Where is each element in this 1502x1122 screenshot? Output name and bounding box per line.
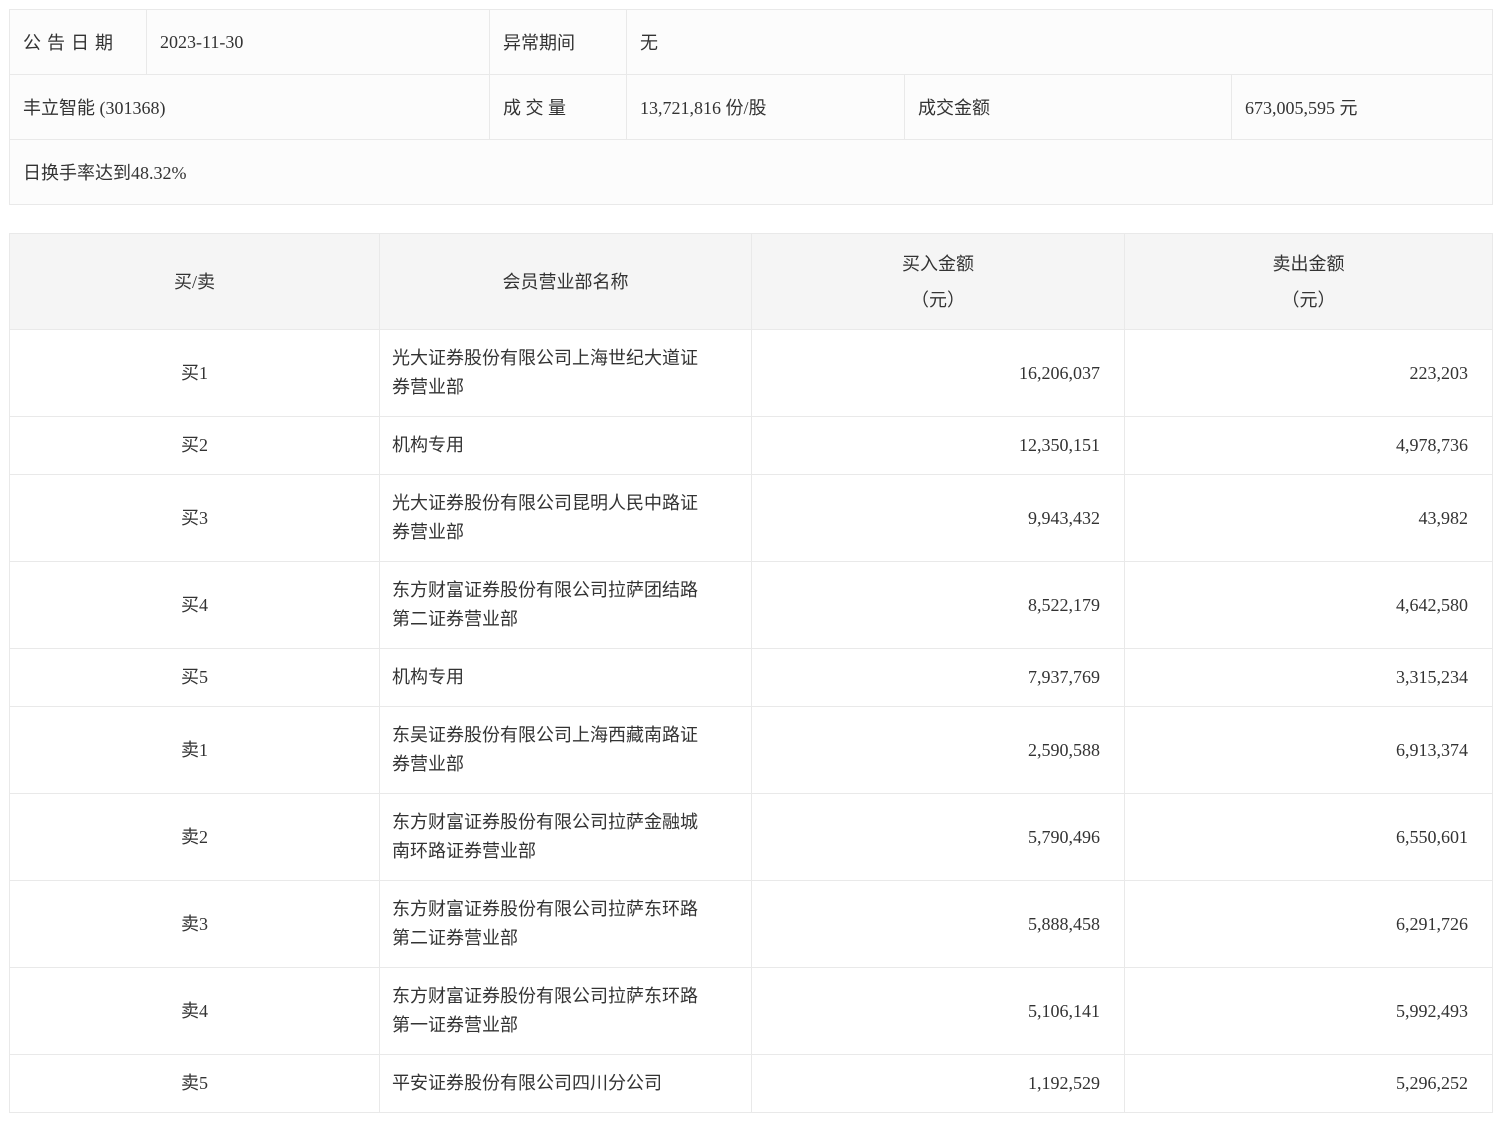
header-buy-amount: 买入金额 （元） — [751, 233, 1125, 330]
turnover-label: 成交金额 — [904, 74, 1232, 140]
stock-info-table: 公告日期 2023-11-30 异常期间 无 丰立智能 (301368) 成 交… — [9, 9, 1493, 205]
stock-name: 丰立智能 (301368) — [9, 74, 490, 140]
buy-amount-cell: 5,790,496 — [751, 793, 1125, 881]
broker-name-cell: 平安证券股份有限公司四川分公司 — [379, 1054, 752, 1113]
header-sell-amount-line2: （元） — [1281, 289, 1336, 310]
side-cell: 卖3 — [9, 880, 380, 968]
buy-amount-cell: 5,888,458 — [751, 880, 1125, 968]
info-row-stock: 丰立智能 (301368) 成 交 量 13,721,816 份/股 成交金额 … — [9, 74, 1493, 140]
table-row: 卖5 平安证券股份有限公司四川分公司 1,192,529 5,296,252 — [9, 1054, 1493, 1113]
sell-amount-cell: 6,913,374 — [1124, 706, 1493, 794]
table-row: 买1 光大证券股份有限公司上海世纪大道证券营业部 16,206,037 223,… — [9, 329, 1493, 417]
buy-amount-cell: 1,192,529 — [751, 1054, 1125, 1113]
turnover-rate-note: 日换手率达到48.32% — [9, 139, 1493, 205]
side-cell: 卖5 — [9, 1054, 380, 1113]
sell-amount-cell: 223,203 — [1124, 329, 1493, 417]
announce-date-value: 2023-11-30 — [146, 9, 490, 75]
table-row: 卖3 东方财富证券股份有限公司拉萨东环路第二证券营业部 5,888,458 6,… — [9, 880, 1493, 968]
sell-amount-cell: 4,642,580 — [1124, 561, 1493, 649]
volume-value: 13,721,816 份/股 — [626, 74, 905, 140]
table-row: 卖2 东方财富证券股份有限公司拉萨金融城南环路证券营业部 5,790,496 6… — [9, 793, 1493, 881]
side-cell: 卖1 — [9, 706, 380, 794]
table-row: 卖1 东吴证券股份有限公司上海西藏南路证券营业部 2,590,588 6,913… — [9, 706, 1493, 794]
broker-name-cell: 机构专用 — [379, 648, 752, 707]
broker-name-cell: 光大证券股份有限公司上海世纪大道证券营业部 — [379, 329, 752, 417]
broker-name-cell: 东方财富证券股份有限公司拉萨东环路第二证券营业部 — [379, 880, 752, 968]
sell-amount-cell: 5,992,493 — [1124, 967, 1493, 1055]
header-sell-amount: 卖出金额 （元） — [1124, 233, 1493, 330]
side-cell: 卖4 — [9, 967, 380, 1055]
header-buy-sell: 买/卖 — [9, 233, 380, 330]
sell-amount-cell: 43,982 — [1124, 474, 1493, 562]
side-cell: 买4 — [9, 561, 380, 649]
info-row-note: 日换手率达到48.32% — [9, 139, 1493, 205]
broker-name-cell: 东方财富证券股份有限公司拉萨团结路第二证券营业部 — [379, 561, 752, 649]
broker-name-cell: 光大证券股份有限公司昆明人民中路证券营业部 — [379, 474, 752, 562]
table-row: 买3 光大证券股份有限公司昆明人民中路证券营业部 9,943,432 43,98… — [9, 474, 1493, 562]
buy-amount-cell: 16,206,037 — [751, 329, 1125, 417]
header-buy-amount-line2: （元） — [911, 289, 965, 310]
buy-amount-cell: 5,106,141 — [751, 967, 1125, 1055]
header-buy-amount-line1: 买入金额 — [902, 253, 974, 274]
buy-amount-cell: 7,937,769 — [751, 648, 1125, 707]
announce-date-label: 公告日期 — [9, 9, 147, 75]
broker-name-cell: 东方财富证券股份有限公司拉萨金融城南环路证券营业部 — [379, 793, 752, 881]
table-row: 买2 机构专用 12,350,151 4,978,736 — [9, 416, 1493, 475]
side-cell: 买5 — [9, 648, 380, 707]
abnormal-period-value: 无 — [626, 9, 1493, 75]
header-sell-amount-line1: 卖出金额 — [1272, 253, 1345, 274]
broker-name-cell: 东吴证券股份有限公司上海西藏南路证券营业部 — [379, 706, 752, 794]
buy-amount-cell: 2,590,588 — [751, 706, 1125, 794]
buy-amount-cell: 9,943,432 — [751, 474, 1125, 562]
info-row-date: 公告日期 2023-11-30 异常期间 无 — [9, 9, 1493, 75]
table-row: 买4 东方财富证券股份有限公司拉萨团结路第二证券营业部 8,522,179 4,… — [9, 561, 1493, 649]
sell-amount-cell: 3,315,234 — [1124, 648, 1493, 707]
side-cell: 买1 — [9, 329, 380, 417]
buy-amount-cell: 8,522,179 — [751, 561, 1125, 649]
broker-name-cell: 机构专用 — [379, 416, 752, 475]
broker-rankings-table: 买/卖 会员营业部名称 买入金额 （元） 卖出金额 （元） 买1 光大证券股份有… — [9, 233, 1493, 1113]
sell-amount-cell: 4,978,736 — [1124, 416, 1493, 475]
rankings-header-row: 买/卖 会员营业部名称 买入金额 （元） 卖出金额 （元） — [9, 233, 1493, 330]
side-cell: 买2 — [9, 416, 380, 475]
header-branch-name: 会员营业部名称 — [379, 233, 752, 330]
sell-amount-cell: 6,291,726 — [1124, 880, 1493, 968]
table-row: 卖4 东方财富证券股份有限公司拉萨东环路第一证券营业部 5,106,141 5,… — [9, 967, 1493, 1055]
volume-label: 成 交 量 — [489, 74, 627, 140]
abnormal-period-label: 异常期间 — [489, 9, 627, 75]
disclosure-page: 公告日期 2023-11-30 异常期间 无 丰立智能 (301368) 成 交… — [0, 0, 1502, 1122]
side-cell: 买3 — [9, 474, 380, 562]
sell-amount-cell: 5,296,252 — [1124, 1054, 1493, 1113]
side-cell: 卖2 — [9, 793, 380, 881]
broker-name-cell: 东方财富证券股份有限公司拉萨东环路第一证券营业部 — [379, 967, 752, 1055]
sell-amount-cell: 6,550,601 — [1124, 793, 1493, 881]
buy-amount-cell: 12,350,151 — [751, 416, 1125, 475]
table-row: 买5 机构专用 7,937,769 3,315,234 — [9, 648, 1493, 707]
turnover-value: 673,005,595 元 — [1231, 74, 1493, 140]
